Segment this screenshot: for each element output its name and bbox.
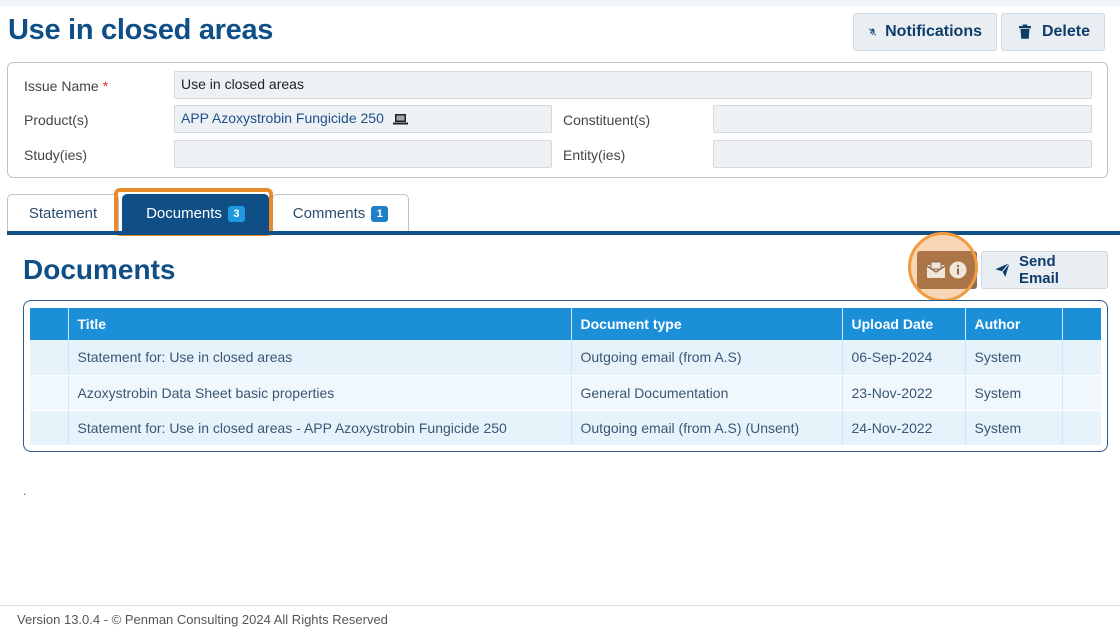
paper-plane-icon xyxy=(995,262,1010,278)
constituents-field[interactable] xyxy=(713,105,1092,133)
cell-title[interactable]: Statement for: Use in closed areas xyxy=(68,340,572,376)
footer-copyright: Version 13.0.4 - © Penman Consulting 202… xyxy=(17,612,388,627)
cell-author: System xyxy=(965,375,1063,411)
tab-statement[interactable]: Statement xyxy=(7,194,119,232)
cell-actions xyxy=(1062,410,1101,446)
cell-actions xyxy=(1062,375,1101,411)
column-header-upload-date[interactable]: Upload Date xyxy=(842,308,966,340)
cell-document-type: Outgoing email (from A.S) xyxy=(571,340,843,376)
cell-author: System xyxy=(965,340,1063,376)
entities-label: Entity(ies) xyxy=(563,147,626,163)
products-field[interactable]: APP Azoxystrobin Fungicide 250 xyxy=(174,105,552,133)
row-select-cell[interactable] xyxy=(30,340,69,376)
column-header-actions xyxy=(1062,308,1101,340)
row-select-cell[interactable] xyxy=(30,410,69,446)
table-row[interactable]: Statement for: Use in closed areas Outgo… xyxy=(30,340,1101,376)
documents-table: Title Document type Upload Date Author S… xyxy=(30,308,1101,446)
tab-documents-highlight xyxy=(114,188,273,236)
studies-field[interactable] xyxy=(174,140,552,168)
issue-name-label: Issue Name * xyxy=(24,78,109,94)
bell-slash-icon xyxy=(868,28,877,36)
email-info-icon xyxy=(926,261,967,279)
documents-table-panel: Title Document type Upload Date Author S… xyxy=(23,300,1108,452)
studies-label: Study(ies) xyxy=(24,147,88,163)
row-select-cell[interactable] xyxy=(30,375,69,411)
column-header-document-type[interactable]: Document type xyxy=(571,308,843,340)
required-marker: * xyxy=(102,78,109,94)
cell-upload-date: 06-Sep-2024 xyxy=(842,340,966,376)
column-header-select[interactable] xyxy=(30,308,69,340)
tab-comments[interactable]: Comments 1 xyxy=(272,194,409,232)
notifications-button[interactable]: Notifications xyxy=(853,13,997,51)
cell-title[interactable]: Statement for: Use in closed areas - APP… xyxy=(68,410,572,446)
cell-upload-date: 24-Nov-2022 xyxy=(842,410,966,446)
entities-field[interactable] xyxy=(713,140,1092,168)
constituents-label: Constituent(s) xyxy=(563,112,651,128)
cell-document-type: Outgoing email (from A.S) (Unsent) xyxy=(571,410,843,446)
footer: Version 13.0.4 - © Penman Consulting 202… xyxy=(0,605,1120,628)
page-title: Use in closed areas xyxy=(8,14,274,46)
cell-actions xyxy=(1062,340,1101,376)
delete-button[interactable]: Delete xyxy=(1001,13,1105,51)
tab-comments-label: Comments xyxy=(292,205,366,222)
send-email-button[interactable]: Send Email xyxy=(981,251,1108,289)
issue-details-panel: Issue Name * Use in closed areas Product(… xyxy=(7,62,1108,178)
documents-heading: Documents xyxy=(23,254,176,285)
product-link[interactable]: APP Azoxystrobin Fungicide 250 xyxy=(181,110,384,126)
comments-count-badge: 1 xyxy=(371,205,389,222)
laptop-icon xyxy=(392,114,408,125)
issue-name-field[interactable]: Use in closed areas xyxy=(174,71,1092,99)
table-header-row: Title Document type Upload Date Author xyxy=(30,308,1101,340)
cell-upload-date: 23-Nov-2022 xyxy=(842,375,966,411)
cell-author: System xyxy=(965,410,1063,446)
cell-title[interactable]: Azoxystrobin Data Sheet basic properties xyxy=(68,375,572,411)
column-header-author[interactable]: Author xyxy=(965,308,1063,340)
top-bar xyxy=(0,0,1120,6)
table-row[interactable]: Statement for: Use in closed areas - APP… xyxy=(30,410,1101,446)
column-header-title[interactable]: Title xyxy=(68,308,572,340)
trash-icon xyxy=(1018,24,1031,39)
delete-label: Delete xyxy=(1041,23,1090,40)
table-row[interactable]: Azoxystrobin Data Sheet basic properties… xyxy=(30,375,1101,411)
stray-dot: . xyxy=(23,484,27,498)
send-email-label: Send Email xyxy=(1018,253,1059,287)
cell-document-type: General Documentation xyxy=(571,375,843,411)
tab-statement-label: Statement xyxy=(28,205,98,222)
products-label: Product(s) xyxy=(24,112,89,128)
notifications-label: Notifications xyxy=(885,23,982,40)
